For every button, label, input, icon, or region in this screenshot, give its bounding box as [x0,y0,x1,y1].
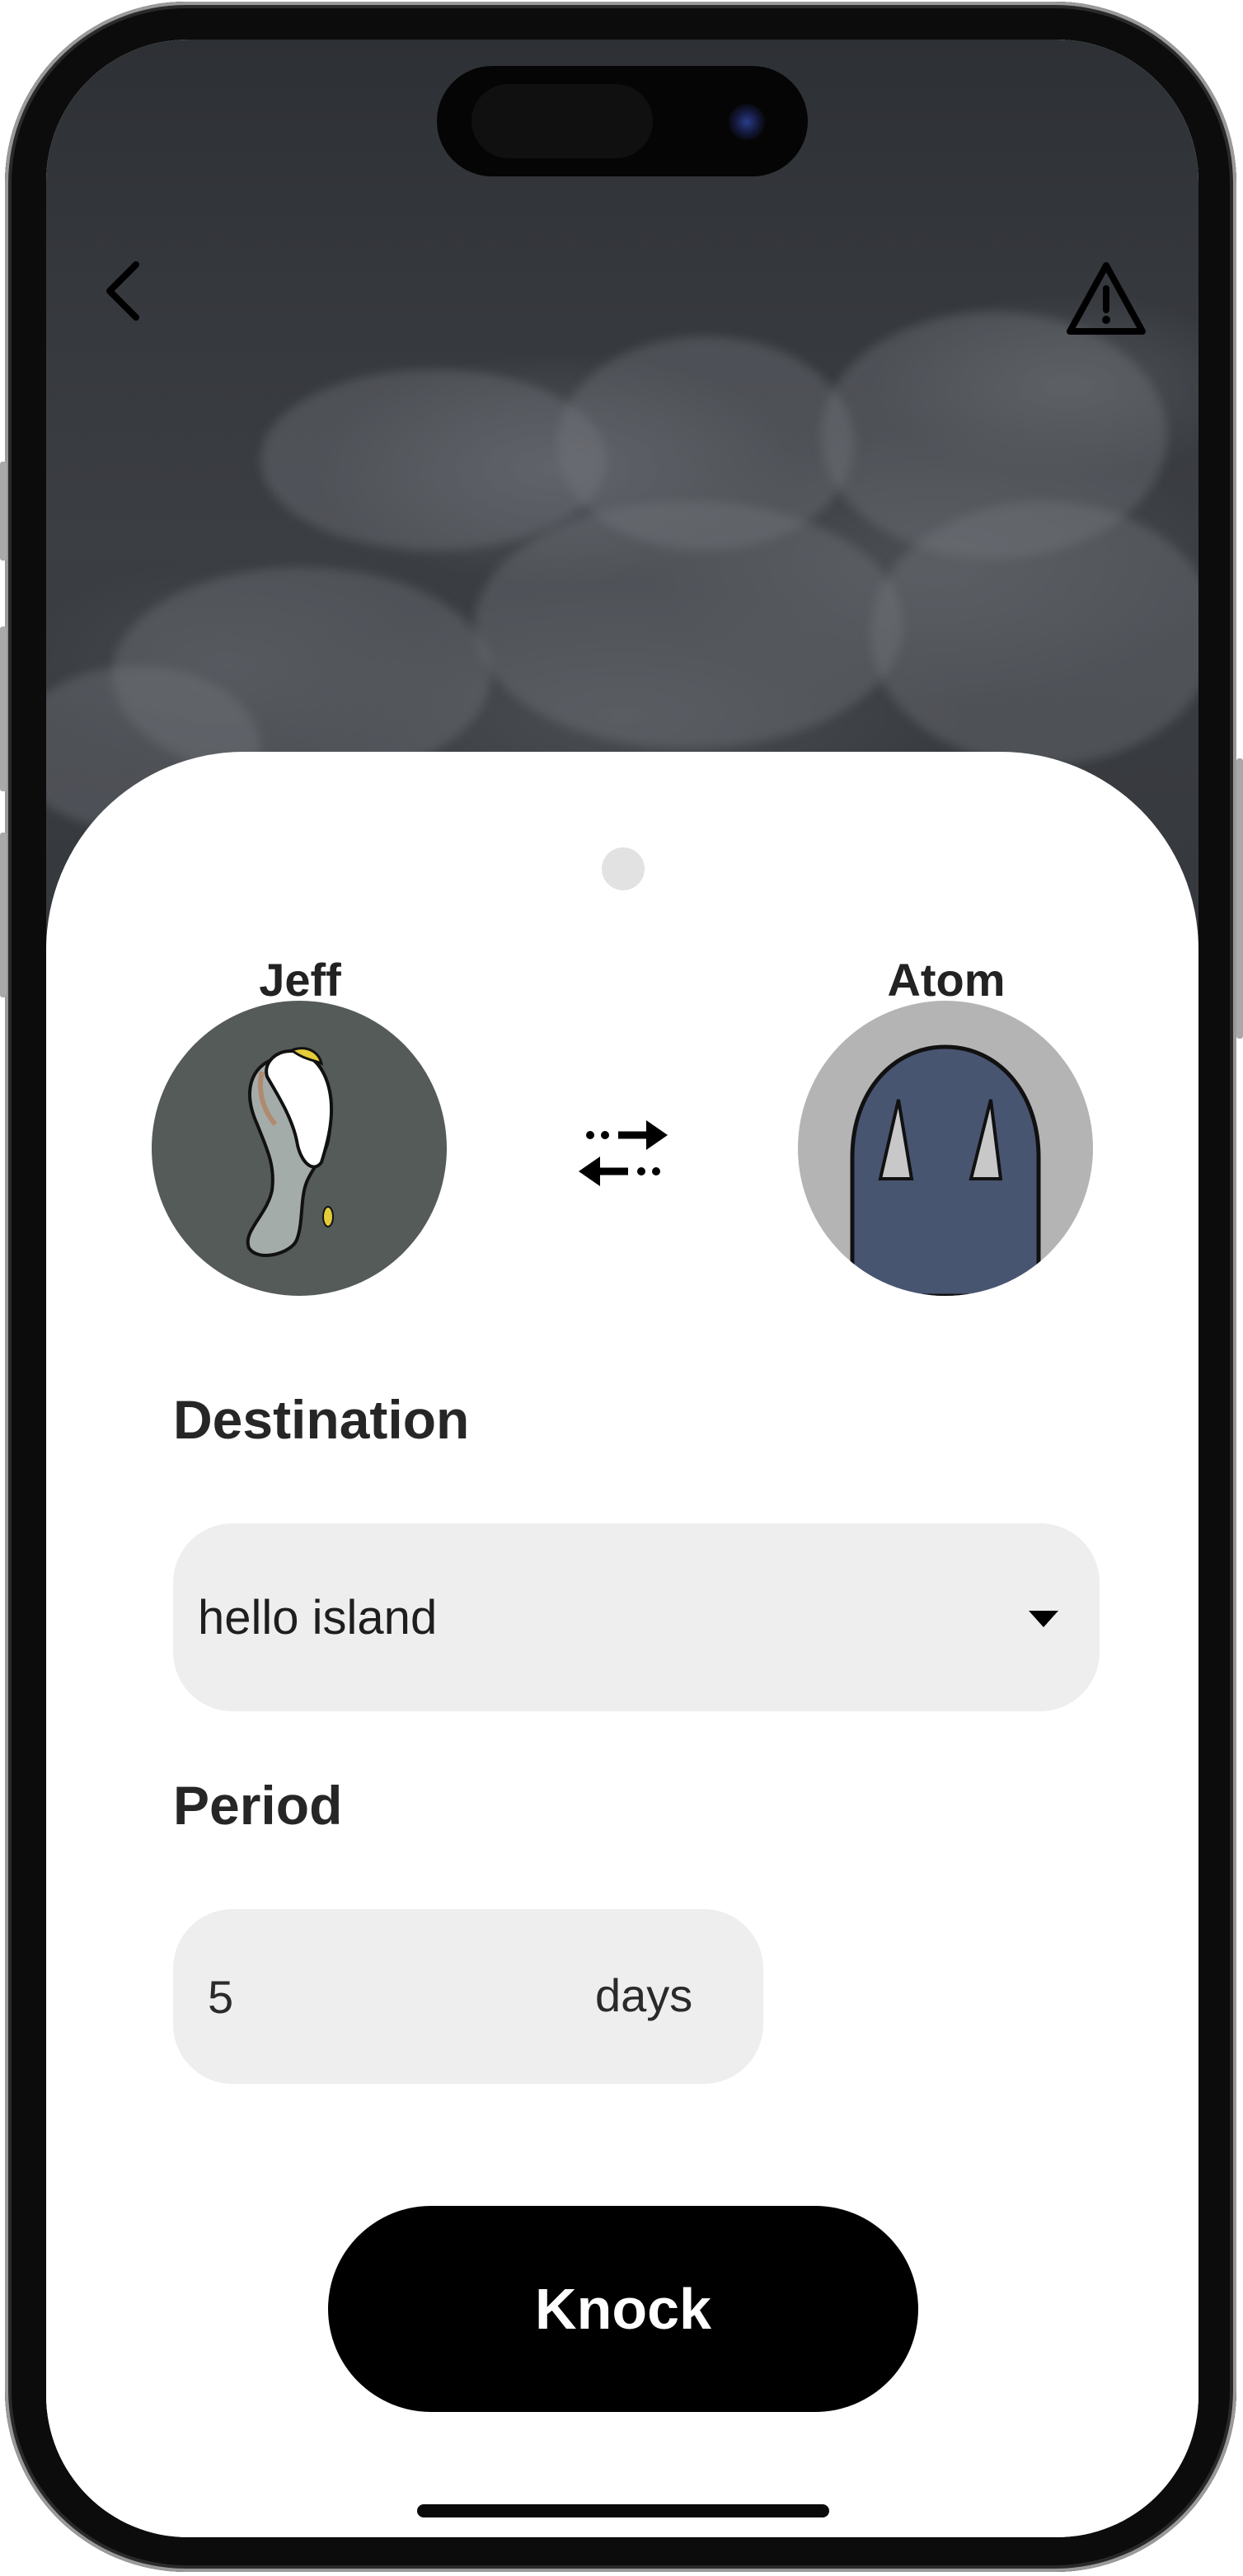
sender-avatar[interactable] [152,1001,447,1296]
sheet-grabber[interactable] [602,847,645,890]
destination-value: hello island [198,1590,438,1645]
receiver-name: Atom [887,954,1006,1006]
period-unit: days [595,1969,693,2021]
destination-select[interactable]: hello island [173,1523,1100,1711]
swap-button[interactable] [565,1108,681,1199]
caret-down-icon [1029,1611,1058,1627]
report-button[interactable] [1057,249,1156,348]
home-indicator[interactable] [417,2504,829,2517]
volume-up-button [0,626,7,791]
dynamic-island [437,66,808,176]
knock-button[interactable]: Knock [328,2206,918,2412]
ghost-character-image [850,1044,1041,1296]
screen: Jeff Atom Destination hello island Perio… [46,40,1198,2537]
sender-name: Jeff [259,954,341,1006]
period-value: 5 [208,1970,234,2023]
receiver-avatar[interactable] [798,1001,1093,1296]
period-input[interactable]: 5 days [173,1909,763,2084]
warning-triangle-icon [1067,262,1146,335]
camera-lens [729,104,765,140]
destination-title: Destination [173,1389,470,1450]
penguin-character-image [246,1047,334,1257]
swap-arrows-icon [579,1120,668,1186]
power-button [1236,758,1243,1039]
period-title: Period [173,1775,343,1836]
back-button[interactable] [79,246,170,336]
volume-down-button [0,833,7,997]
action-button [0,462,7,561]
chevron-left-icon [106,261,139,321]
